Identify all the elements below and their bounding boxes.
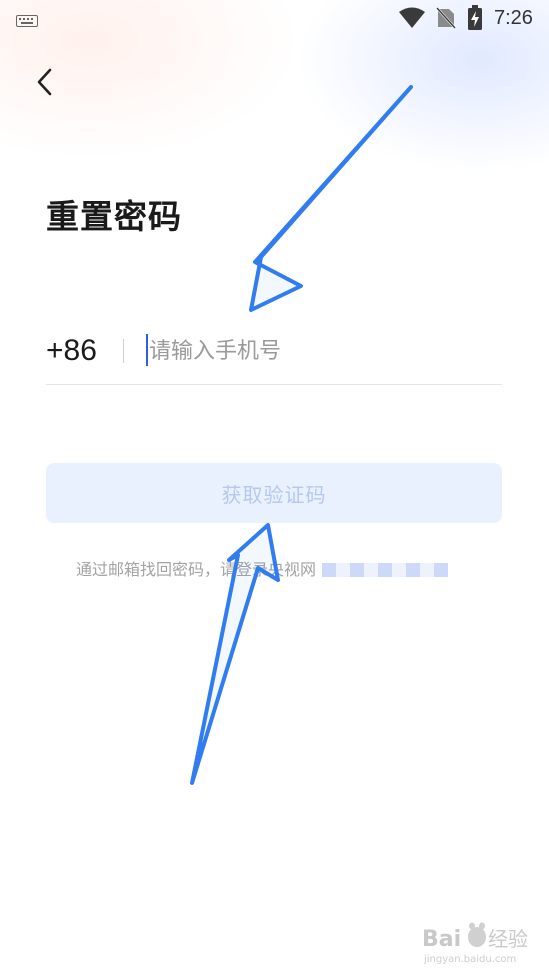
no-sim-icon: [436, 6, 456, 34]
status-bar: 7:26: [0, 0, 549, 38]
back-button[interactable]: [26, 64, 62, 104]
get-verification-code-button[interactable]: 获取验证码: [46, 463, 502, 523]
country-code[interactable]: +86: [46, 334, 97, 368]
email-recovery-hint: 通过邮箱找回密码，请登录央视网: [76, 556, 449, 580]
svg-text:jingyan.baidu.com: jingyan.baidu.com: [423, 954, 516, 965]
svg-text:Bai: Bai: [422, 927, 461, 952]
baidu-watermark-logo: Bai 经验 jingyan.baidu.com: [422, 922, 528, 965]
phone-number-input[interactable]: [149, 330, 489, 372]
status-time: 7:26: [494, 7, 533, 29]
text-caret: [146, 334, 148, 366]
phone-input-row: +86: [46, 326, 502, 385]
keyboard-icon: [16, 12, 38, 31]
page-title: 重置密码: [46, 197, 182, 236]
email-recovery-link-obscured[interactable]: [322, 563, 449, 577]
svg-text:经验: 经验: [488, 927, 528, 951]
country-code-divider: [123, 339, 124, 363]
battery-charging-icon: [467, 5, 483, 35]
wifi-icon: [398, 6, 426, 34]
email-recovery-text: 通过邮箱找回密码，请登录央视网: [76, 560, 317, 579]
chevron-left-icon: [35, 67, 53, 101]
header-background-gradient: [0, 0, 549, 300]
